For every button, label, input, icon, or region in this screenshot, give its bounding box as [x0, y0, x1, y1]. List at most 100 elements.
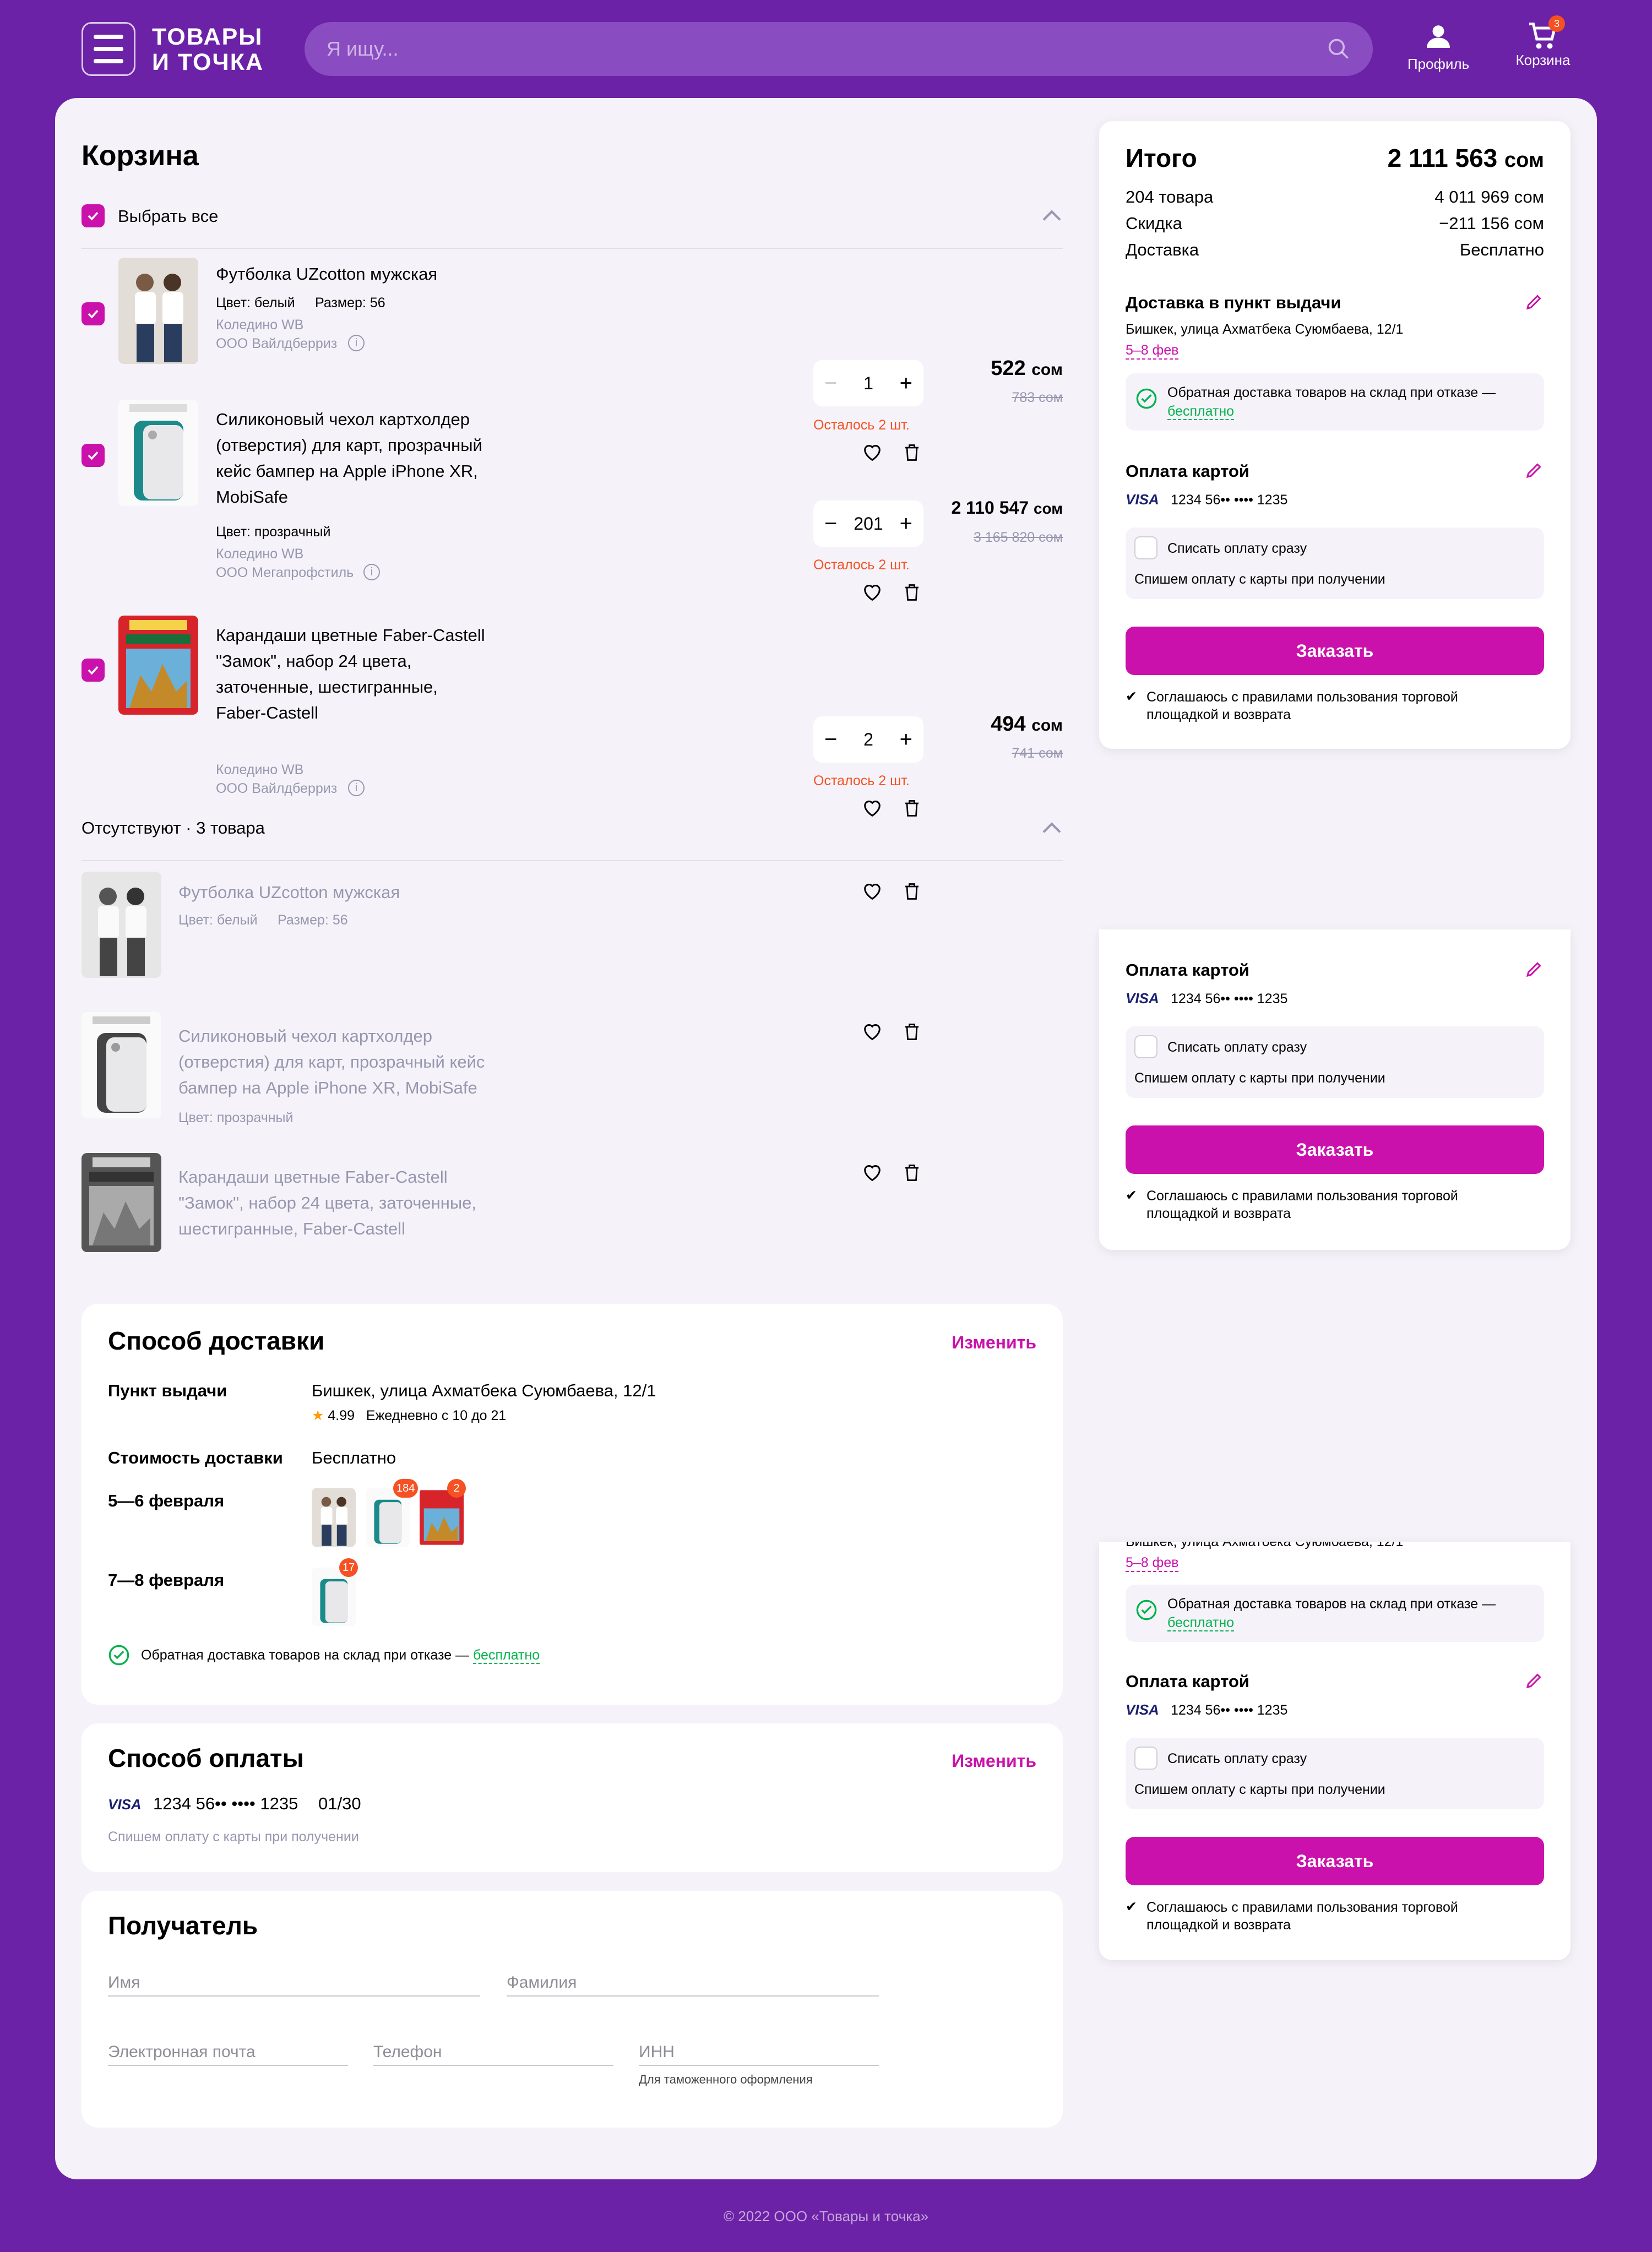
phone-field[interactable]: Телефон: [373, 2043, 613, 2066]
delivery-dates[interactable]: 5–8 фев: [1126, 1555, 1179, 1572]
return-text: Обратная доставка товаров на склад при о…: [141, 1647, 470, 1663]
return-free-link[interactable]: бесплатно: [473, 1647, 540, 1664]
first-name-field[interactable]: Имя: [108, 1973, 480, 1997]
search-input[interactable]: [327, 37, 1327, 61]
cart-item: Силиконовый чехол картхолдер (отверстия)…: [55, 400, 1074, 601]
visa-icon: VISA: [1126, 1701, 1159, 1718]
summary-card-partial: Оплата картой VISA 1234 56•• •••• 1235 С…: [1099, 929, 1571, 1250]
payment-title: Способ оплаты: [108, 1744, 304, 1772]
items-count-label: 204 товара: [1126, 187, 1214, 206]
edit-icon[interactable]: [1524, 959, 1544, 979]
decrease-button[interactable]: −: [824, 512, 837, 536]
pay-now-label: Списать оплату сразу: [1167, 1751, 1307, 1766]
card-number: 1234 56•• •••• 1235: [153, 1794, 298, 1813]
profile-button[interactable]: Профиль: [1405, 21, 1471, 73]
edit-icon[interactable]: [1524, 460, 1544, 480]
pay-now-checkbox[interactable]: [1134, 536, 1158, 559]
item-seller: ООО Мегапрофстиль: [216, 565, 354, 580]
payment-change-link[interactable]: Изменить: [952, 1751, 1036, 1771]
cart-item: Футболка UZcotton мужская Цвет: белый Ра…: [55, 258, 1074, 461]
agree-text[interactable]: Соглашаюсь с правилами пользования торго…: [1146, 688, 1521, 724]
favorite-icon[interactable]: [861, 797, 883, 819]
inn-field[interactable]: ИНН: [639, 2043, 879, 2066]
order-button[interactable]: Заказать: [1126, 1125, 1544, 1174]
delivery-date: 7—8 февраля: [108, 1570, 225, 1590]
info-icon[interactable]: i: [348, 335, 365, 351]
pay-now-checkbox[interactable]: [1134, 1747, 1158, 1770]
pay-now-checkbox[interactable]: [1134, 1035, 1158, 1058]
edit-icon[interactable]: [1524, 292, 1544, 312]
delete-icon[interactable]: [902, 1162, 922, 1184]
quantity-value[interactable]: 1: [863, 373, 873, 394]
delete-icon[interactable]: [902, 581, 922, 603]
delivery-change-link[interactable]: Изменить: [952, 1332, 1036, 1353]
item-thumbnail[interactable]: [81, 1153, 161, 1252]
item-name-line: Карандаши цветные Faber-Castell: [216, 625, 485, 645]
favorite-icon[interactable]: [861, 581, 883, 603]
logo-line-1: ТОВАРЫ: [152, 24, 263, 50]
item-thumbnail[interactable]: [118, 400, 198, 506]
item-color: Цвет: прозрачный: [216, 524, 331, 540]
info-icon[interactable]: i: [363, 564, 380, 580]
favorite-icon[interactable]: [861, 880, 883, 902]
order-button[interactable]: Заказать: [1126, 1837, 1544, 1885]
item-name[interactable]: Силиконовый чехол картхолдер (отверстия)…: [178, 1023, 485, 1101]
edit-icon[interactable]: [1524, 1671, 1544, 1690]
item-thumbnail[interactable]: [118, 258, 198, 364]
items-count-value: 4 011 969 сом: [1434, 187, 1544, 206]
agree-text[interactable]: Соглашаюсь с правилами пользования торго…: [1146, 1899, 1521, 1934]
item-thumbnail[interactable]: [118, 616, 198, 715]
item-name-line: (отверстия) для карт, прозрачный: [216, 436, 482, 455]
stock-left: Осталось 2 шт.: [813, 773, 910, 788]
item-name[interactable]: Футболка UZcotton мужская: [216, 264, 437, 284]
return-free-link[interactable]: бесплатно: [1167, 404, 1235, 420]
delete-icon[interactable]: [902, 1021, 922, 1043]
absent-item: Карандаши цветные Faber-Castell "Замок",…: [55, 1153, 1074, 1263]
return-free-link[interactable]: бесплатно: [1167, 1615, 1235, 1631]
last-name-field[interactable]: Фамилия: [507, 1973, 879, 1997]
quantity-value[interactable]: 2: [863, 730, 873, 750]
delete-icon[interactable]: [902, 880, 922, 902]
collapse-chevron-icon[interactable]: [1041, 207, 1063, 224]
pickup-rating: ★ 4.99 Ежедневно с 10 до 21: [312, 1407, 506, 1424]
logo[interactable]: ТОВАРЫ И ТОЧКА: [152, 24, 264, 75]
increase-button[interactable]: +: [900, 727, 912, 752]
email-field[interactable]: Электронная почта: [108, 2043, 348, 2066]
item-name-line: "Замок", набор 24 цвета,: [216, 651, 412, 671]
item-name[interactable]: Футболка UZcotton мужская: [178, 883, 400, 902]
favorite-icon[interactable]: [861, 1021, 883, 1043]
pickup-title: Доставка в пункт выдачи: [1126, 293, 1341, 312]
menu-icon[interactable]: [81, 22, 135, 76]
item-thumbnail[interactable]: [81, 1012, 161, 1118]
cart-title: Корзина: [81, 140, 199, 172]
delete-icon[interactable]: [902, 797, 922, 819]
agree-text[interactable]: Соглашаюсь с правилами пользования торго…: [1146, 1187, 1521, 1222]
favorite-icon[interactable]: [861, 1162, 883, 1184]
increase-button[interactable]: +: [900, 512, 912, 536]
pay-now-label: Списать оплату сразу: [1167, 1040, 1307, 1055]
item-checkbox[interactable]: [81, 659, 105, 682]
absent-title: Отсутствуют · 3 товара: [81, 818, 265, 837]
search-icon[interactable]: [1327, 37, 1351, 61]
cart-button[interactable]: 3 Корзина: [1510, 15, 1576, 69]
select-all-checkbox[interactable]: [81, 204, 105, 227]
item-name[interactable]: Карандаши цветные Faber-Castell "Замок",…: [216, 622, 485, 726]
decrease-button[interactable]: −: [824, 371, 837, 396]
collapse-chevron-icon[interactable]: [1041, 819, 1063, 836]
item-checkbox[interactable]: [81, 444, 105, 467]
delivery-item-thumbnail[interactable]: [312, 1488, 356, 1547]
payment-note: Спишем оплату с карты при получении: [108, 1829, 359, 1845]
decrease-button[interactable]: −: [824, 727, 837, 752]
quantity-value[interactable]: 201: [854, 514, 883, 534]
pickup-address: Бишкек, улица Ахматбека Суюмбаева, 12/1: [312, 1381, 656, 1400]
increase-button[interactable]: +: [900, 371, 912, 396]
return-text: Обратная доставка товаров на склад при о…: [1167, 385, 1496, 400]
info-icon[interactable]: i: [348, 780, 365, 796]
item-thumbnail[interactable]: [81, 872, 161, 978]
delivery-dates[interactable]: 5–8 фев: [1126, 342, 1179, 360]
item-name[interactable]: Силиконовый чехол картхолдер (отверстия)…: [216, 406, 482, 510]
order-button[interactable]: Заказать: [1126, 627, 1544, 675]
item-checkbox[interactable]: [81, 302, 105, 325]
item-name[interactable]: Карандаши цветные Faber-Castell "Замок",…: [178, 1164, 476, 1242]
pay-now-block: Списать оплату сразу Спишем оплату с кар…: [1126, 1026, 1544, 1098]
